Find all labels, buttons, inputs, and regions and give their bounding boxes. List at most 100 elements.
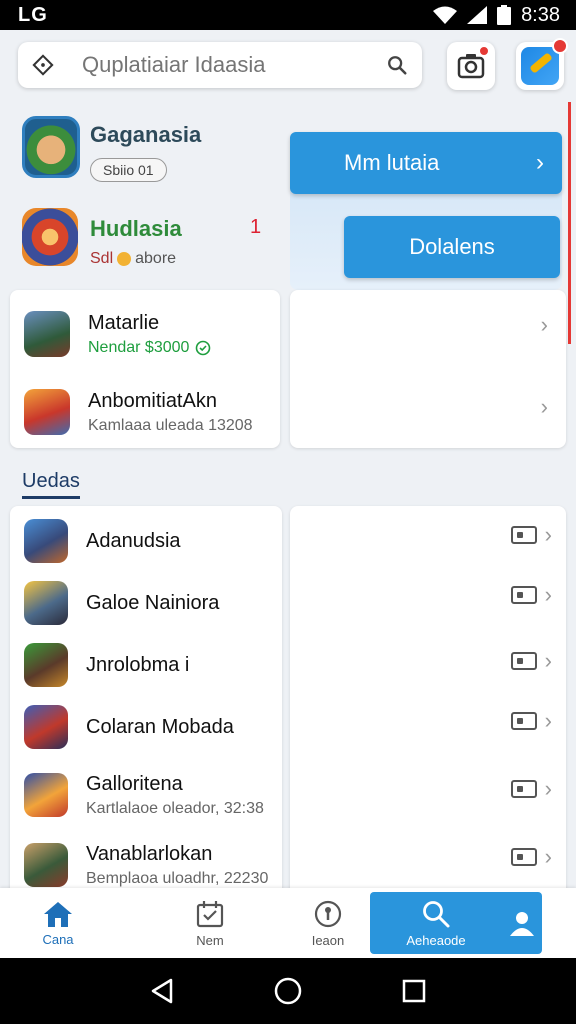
system-navigation	[0, 958, 576, 1024]
featured-count: 1	[250, 216, 262, 238]
search-bar[interactable]	[18, 42, 422, 88]
list-item[interactable]: AnbomitiatAkn Kamlaaa uleada 13208	[10, 378, 280, 446]
game-icon	[24, 643, 68, 687]
clock: 8:38	[521, 3, 560, 26]
coin-icon	[117, 252, 132, 266]
list-item[interactable]: Galoe Nainiora	[10, 572, 282, 634]
game-icon	[24, 389, 70, 435]
game-icon	[24, 519, 68, 563]
list-item[interactable]: Matarlie Nendar $3000	[10, 300, 280, 368]
featured-subtitle: abore	[135, 250, 177, 267]
featured-item-2[interactable]	[22, 208, 78, 266]
scroll-indicator	[568, 102, 571, 344]
recents-icon[interactable]	[401, 978, 427, 1004]
search-input[interactable]	[82, 52, 352, 78]
item-subtitle: Nendar $3000	[88, 338, 190, 356]
signal-icon	[467, 6, 488, 24]
chevron-right-icon[interactable]: ›	[541, 394, 548, 420]
chevron-right-icon: ›	[544, 522, 552, 547]
search-icon	[423, 900, 450, 927]
item-subtitle: Bemplaoa uloadhr, 22230	[86, 869, 269, 887]
featured-badge: Sbiio 01	[90, 158, 167, 182]
section-title: Uedas	[22, 470, 80, 492]
ticket-icon	[510, 848, 537, 866]
top-list-card: Matarlie Nendar $3000 AnbomitiatAkn Kaml…	[10, 290, 280, 448]
camera-icon	[457, 54, 485, 79]
game-list-card: Adanudsia Galoe Nainiora Jnrolobma i Col…	[10, 506, 282, 906]
status-icons: 8:38	[433, 4, 560, 27]
chevron-right-icon: ›	[544, 648, 552, 673]
app-screen: Gaganasia Sbiio 01 Hudlasia Sdl abore 1 …	[0, 30, 576, 958]
ticket-row[interactable]: ›	[510, 522, 552, 548]
ticket-row[interactable]: ›	[510, 582, 552, 608]
profile-icon	[510, 912, 534, 936]
nav-label: Nem	[196, 932, 224, 948]
ticket-icon	[510, 586, 537, 604]
game-thumbnail-icon	[521, 47, 559, 85]
hero-avatar-icon	[22, 208, 78, 266]
item-name: Galloritena	[86, 772, 183, 795]
nav-icon-tab[interactable]: Ieaon	[290, 888, 366, 958]
chevron-right-icon: ›	[544, 776, 552, 801]
nav-profile[interactable]	[500, 888, 544, 958]
ticket-row[interactable]: ›	[510, 648, 552, 674]
item-name: Matarlie	[88, 311, 160, 334]
nav-label: Cana	[42, 931, 74, 947]
featured-title: Gaganasia	[90, 122, 202, 147]
battery-icon	[497, 5, 512, 25]
section-underline	[22, 496, 80, 499]
diamond-logo-icon	[32, 54, 54, 76]
home-circle-icon[interactable]	[273, 976, 303, 1006]
carrier-brand: LG	[18, 3, 48, 26]
chevron-right-icon: ›	[544, 708, 552, 733]
nav-label: Aeheaode	[406, 932, 466, 948]
item-subtitle: Kartlalaoe oleador, 32:38	[86, 799, 264, 817]
game-icon	[24, 843, 68, 887]
primary-action-button[interactable]: Mm lutaia ›	[290, 132, 562, 194]
chevron-right-icon: ›	[536, 149, 544, 176]
camera-button[interactable]	[447, 42, 495, 90]
ticket-row[interactable]: ›	[510, 708, 552, 734]
top-list-detail-card: › ›	[290, 290, 566, 448]
secondary-action-button[interactable]: Dolalens	[344, 216, 560, 278]
calendar-check-icon	[196, 900, 224, 927]
list-item[interactable]: Adanudsia	[10, 510, 282, 572]
list-item[interactable]: Jnrolobma i	[10, 634, 282, 696]
ticket-icon	[510, 526, 537, 544]
bottom-navigation: Cana Nem Ieaon Aeheaode	[0, 888, 576, 958]
status-bar: LG 8:38	[0, 0, 576, 30]
key-circle-icon	[314, 900, 342, 927]
game-icon	[24, 773, 68, 817]
ticket-row[interactable]: ›	[510, 776, 552, 802]
ticket-icon	[510, 712, 537, 730]
nav-label: Ieaon	[311, 932, 345, 948]
ticket-icon	[510, 652, 537, 670]
list-item[interactable]: Galloritena Kartlalaoe oleador, 32:38	[10, 762, 282, 828]
game-icon	[24, 581, 68, 625]
item-name: Jnrolobma i	[86, 653, 190, 676]
game-profile-button[interactable]	[516, 38, 568, 90]
primary-action-label: Mm lutaia	[344, 150, 440, 175]
featured-item-1[interactable]	[22, 116, 80, 178]
item-name: AnbomitiatAkn	[88, 389, 217, 412]
check-circle-icon	[196, 340, 211, 355]
nav-news[interactable]: Nem	[172, 888, 248, 958]
back-icon[interactable]	[149, 977, 175, 1005]
featured-title: Hudlasia	[90, 216, 182, 241]
nav-search[interactable]: Aeheaode	[390, 888, 482, 958]
secondary-action-label: Dolalens	[409, 234, 495, 259]
ticket-row[interactable]: ›	[510, 844, 552, 870]
item-name: Galoe Nainiora	[86, 591, 220, 614]
featured-subtitle-prefix: Sdl	[90, 250, 114, 267]
chevron-right-icon: ›	[544, 582, 552, 607]
list-item[interactable]: Colaran Mobada	[10, 696, 282, 758]
notification-dot	[552, 38, 568, 54]
chevron-right-icon[interactable]: ›	[541, 312, 548, 338]
item-name: Colaran Mobada	[86, 715, 234, 738]
game-icon	[24, 311, 70, 357]
search-icon[interactable]	[386, 54, 408, 76]
notification-dot	[479, 46, 489, 56]
chevron-right-icon: ›	[544, 844, 552, 869]
nav-home[interactable]: Cana	[20, 888, 96, 958]
game-icon	[24, 705, 68, 749]
